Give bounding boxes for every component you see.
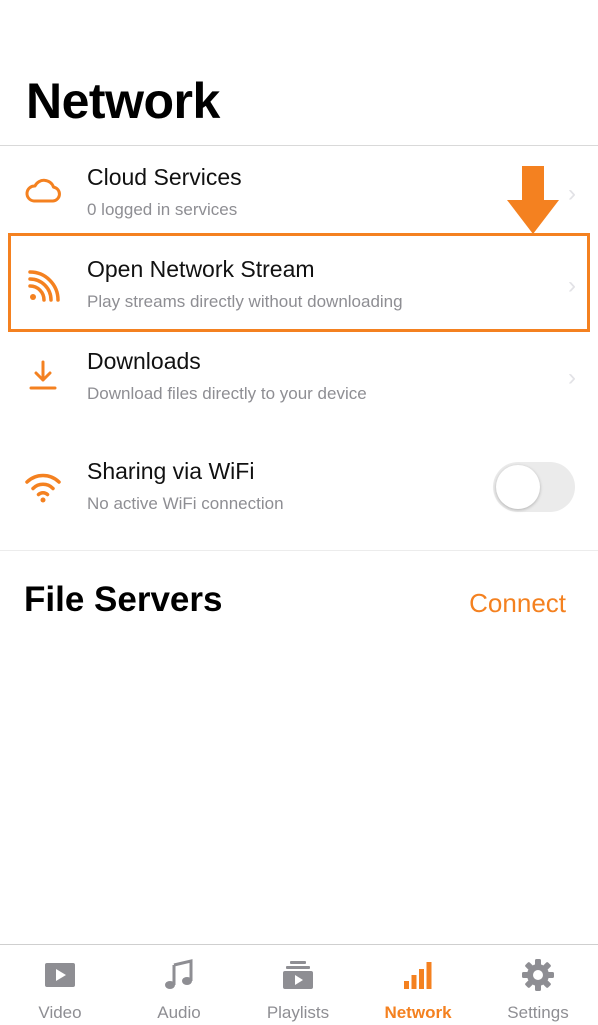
wifi-icon xyxy=(24,468,62,506)
cloud-services-title: Cloud Services xyxy=(87,164,242,190)
tab-bar: Video Audio Playlists Network Settings xyxy=(0,944,598,1025)
network-bars-icon xyxy=(402,959,434,991)
arrow-down-icon xyxy=(505,166,561,236)
download-icon xyxy=(24,356,62,394)
toggle-knob xyxy=(496,465,540,509)
tab-label: Settings xyxy=(507,1003,569,1022)
tab-video[interactable]: Video xyxy=(0,945,120,1025)
downloads-title: Downloads xyxy=(87,348,201,374)
section-divider xyxy=(0,550,598,551)
tab-audio[interactable]: Audio xyxy=(119,945,239,1025)
wifi-sharing-toggle[interactable] xyxy=(493,462,575,512)
sharing-wifi-title: Sharing via WiFi xyxy=(87,458,255,484)
music-note-icon xyxy=(163,959,195,991)
chevron-right-icon: › xyxy=(568,364,576,391)
tab-settings[interactable]: Settings xyxy=(478,945,598,1025)
gear-icon xyxy=(522,959,554,991)
highlight-box xyxy=(8,233,590,332)
chevron-right-icon: › xyxy=(568,180,576,207)
tab-playlists[interactable]: Playlists xyxy=(238,945,358,1025)
connect-button[interactable]: Connect xyxy=(469,588,566,619)
page-title: Network xyxy=(26,73,220,129)
sharing-wifi-subtitle: No active WiFi connection xyxy=(87,494,284,513)
downloads-row[interactable]: Downloads Download files directly to you… xyxy=(0,330,598,422)
cloud-services-subtitle: 0 logged in services xyxy=(87,200,238,219)
tab-label: Network xyxy=(384,1003,452,1022)
cloud-icon xyxy=(24,172,62,210)
tab-label: Video xyxy=(38,1003,82,1022)
tab-label: Audio xyxy=(157,1003,201,1022)
video-icon xyxy=(44,959,76,991)
tab-label: Playlists xyxy=(266,1003,330,1022)
file-servers-title: File Servers xyxy=(24,580,223,619)
playlists-icon xyxy=(282,959,314,991)
tab-network[interactable]: Network xyxy=(358,945,478,1025)
downloads-subtitle: Download files directly to your device xyxy=(87,384,367,403)
